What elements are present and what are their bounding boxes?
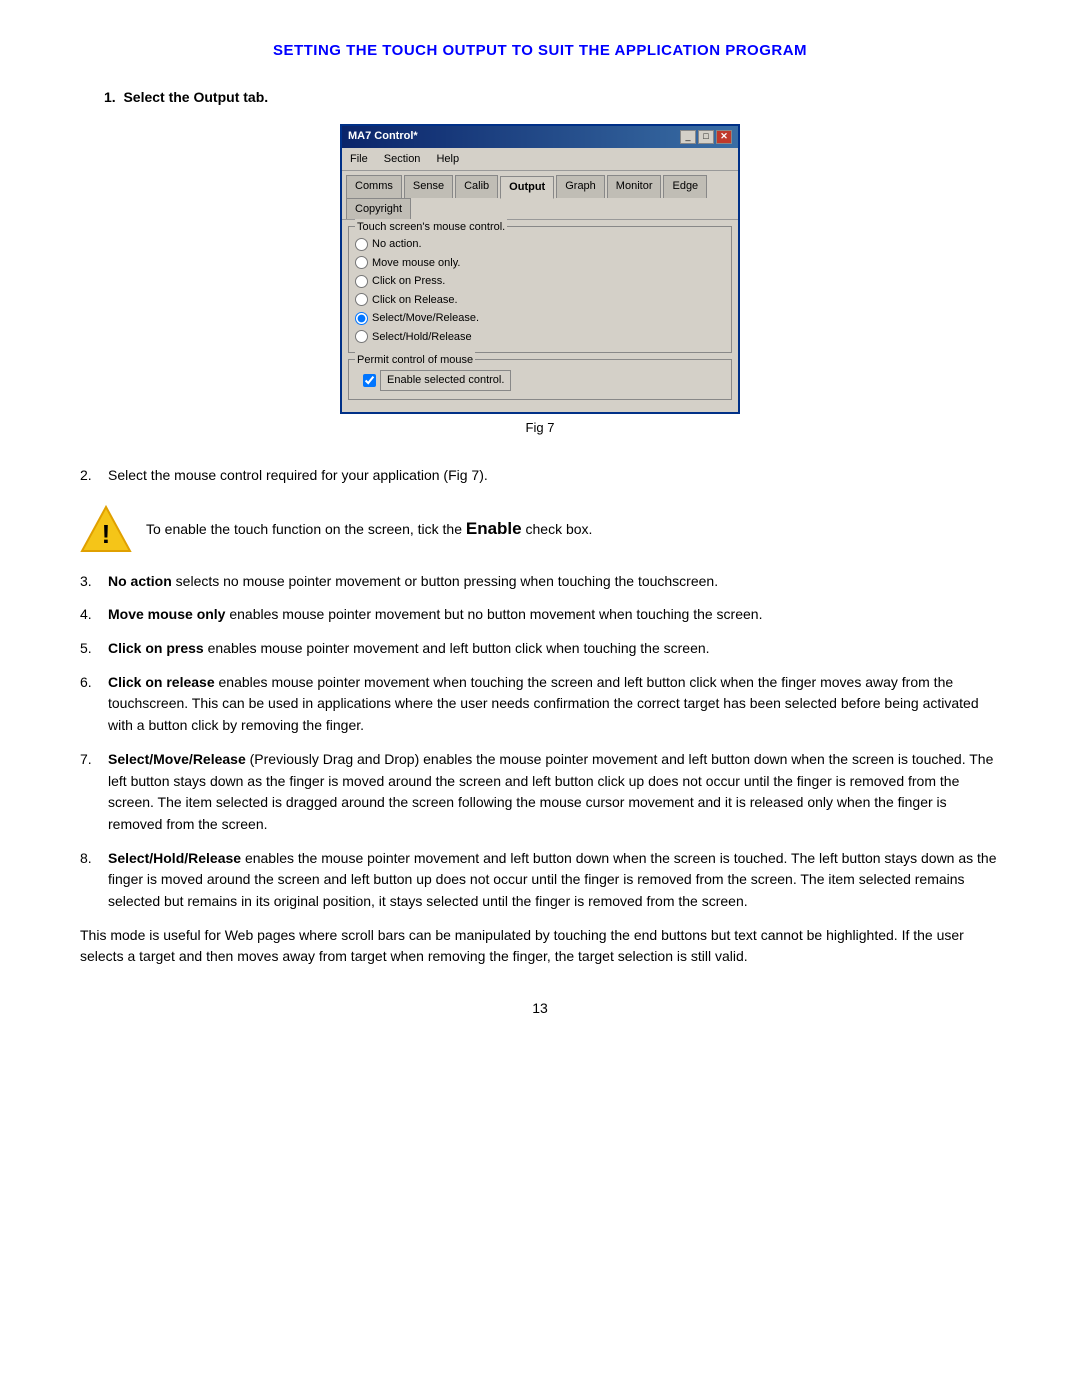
dialog-content: Touch screen's mouse control. No action.… bbox=[342, 220, 738, 412]
radio-no-action: No action. bbox=[355, 235, 725, 254]
mouse-control-group: Touch screen's mouse control. No action.… bbox=[348, 226, 732, 353]
radio-select-move-release: Select/Move/Release. bbox=[355, 309, 725, 328]
radio-select-move-release-input[interactable] bbox=[355, 312, 368, 325]
radio-move-mouse-input[interactable] bbox=[355, 256, 368, 269]
group2-label: Permit control of mouse bbox=[355, 352, 475, 369]
enable-checkbox[interactable] bbox=[363, 374, 376, 387]
item-6: 6. Click on release enables mouse pointe… bbox=[80, 672, 1000, 737]
warning-box: ! To enable the touch function on the sc… bbox=[80, 503, 1000, 555]
footer-paragraph: This mode is useful for Web pages where … bbox=[80, 925, 1000, 968]
radio-move-mouse: Move mouse only. bbox=[355, 254, 725, 273]
tab-monitor[interactable]: Monitor bbox=[607, 175, 662, 198]
step-1-intro: 1. Select the Output tab. bbox=[104, 87, 1000, 108]
warning-text: To enable the touch function on the scre… bbox=[146, 516, 592, 542]
menu-section[interactable]: Section bbox=[380, 150, 425, 169]
titlebar-buttons: _ □ ✕ bbox=[680, 130, 732, 144]
fig-label: Fig 7 bbox=[526, 418, 555, 438]
close-button[interactable]: ✕ bbox=[716, 130, 732, 144]
enable-control-row: Enable selected control. bbox=[363, 368, 725, 393]
item8-bold: Select/Hold/Release bbox=[108, 850, 241, 866]
dialog-container: MA7 Control* _ □ ✕ File Section Help Com… bbox=[80, 124, 1000, 458]
tab-calib[interactable]: Calib bbox=[455, 175, 498, 198]
item-7: 7. Select/Move/Release (Previously Drag … bbox=[80, 749, 1000, 836]
tab-sense[interactable]: Sense bbox=[404, 175, 453, 198]
warning-icon: ! bbox=[80, 503, 132, 555]
tab-comms[interactable]: Comms bbox=[346, 175, 402, 198]
svg-text:!: ! bbox=[102, 519, 111, 549]
output-bold: Output bbox=[193, 89, 239, 105]
item7-bold: Select/Move/Release bbox=[108, 751, 246, 767]
step-2: 2. Select the mouse control required for… bbox=[80, 465, 1000, 487]
item-3: 3. No action selects no mouse pointer mo… bbox=[80, 571, 1000, 593]
radio-click-release-input[interactable] bbox=[355, 293, 368, 306]
radio-click-release: Click on Release. bbox=[355, 291, 725, 310]
dialog-title-text: MA7 Control* bbox=[348, 128, 418, 145]
radio-select-hold-release-input[interactable] bbox=[355, 330, 368, 343]
ma7-dialog[interactable]: MA7 Control* _ □ ✕ File Section Help Com… bbox=[340, 124, 740, 414]
tab-edge[interactable]: Edge bbox=[663, 175, 707, 198]
enable-word: Enable bbox=[466, 519, 522, 538]
minimize-button[interactable]: _ bbox=[680, 130, 696, 144]
radio-click-press-input[interactable] bbox=[355, 275, 368, 288]
radio-click-press: Click on Press. bbox=[355, 272, 725, 291]
permit-control-group: Permit control of mouse Enable selected … bbox=[348, 359, 732, 400]
menu-file[interactable]: File bbox=[346, 150, 372, 169]
radio-select-hold-release: Select/Hold/Release bbox=[355, 328, 725, 347]
dialog-titlebar: MA7 Control* _ □ ✕ bbox=[342, 126, 738, 148]
step2-text: Select the mouse control required for yo… bbox=[108, 465, 1000, 487]
tab-copyright[interactable]: Copyright bbox=[346, 198, 411, 220]
item-4: 4. Move mouse only enables mouse pointer… bbox=[80, 604, 1000, 626]
item3-bold: No action bbox=[108, 573, 172, 589]
steps-list: 3. No action selects no mouse pointer mo… bbox=[80, 571, 1000, 913]
menu-help[interactable]: Help bbox=[432, 150, 463, 169]
tab-output[interactable]: Output bbox=[500, 176, 554, 199]
radio-no-action-input[interactable] bbox=[355, 238, 368, 251]
maximize-button[interactable]: □ bbox=[698, 130, 714, 144]
tab-graph[interactable]: Graph bbox=[556, 175, 605, 198]
dialog-tabs: Comms Sense Calib Output Graph Monitor E… bbox=[342, 171, 738, 220]
item5-bold: Click on press bbox=[108, 640, 204, 656]
item6-bold: Click on release bbox=[108, 674, 215, 690]
page-title: SETTING THE TOUCH OUTPUT TO SUIT THE APP… bbox=[80, 40, 1000, 63]
page-number: 13 bbox=[80, 998, 1000, 1019]
dialog-menubar: File Section Help bbox=[342, 148, 738, 172]
item4-bold: Move mouse only bbox=[108, 606, 225, 622]
item-8: 8. Select/Hold/Release enables the mouse… bbox=[80, 848, 1000, 913]
enable-label: Enable selected control. bbox=[380, 370, 511, 391]
item-5: 5. Click on press enables mouse pointer … bbox=[80, 638, 1000, 660]
group1-label: Touch screen's mouse control. bbox=[355, 219, 507, 236]
